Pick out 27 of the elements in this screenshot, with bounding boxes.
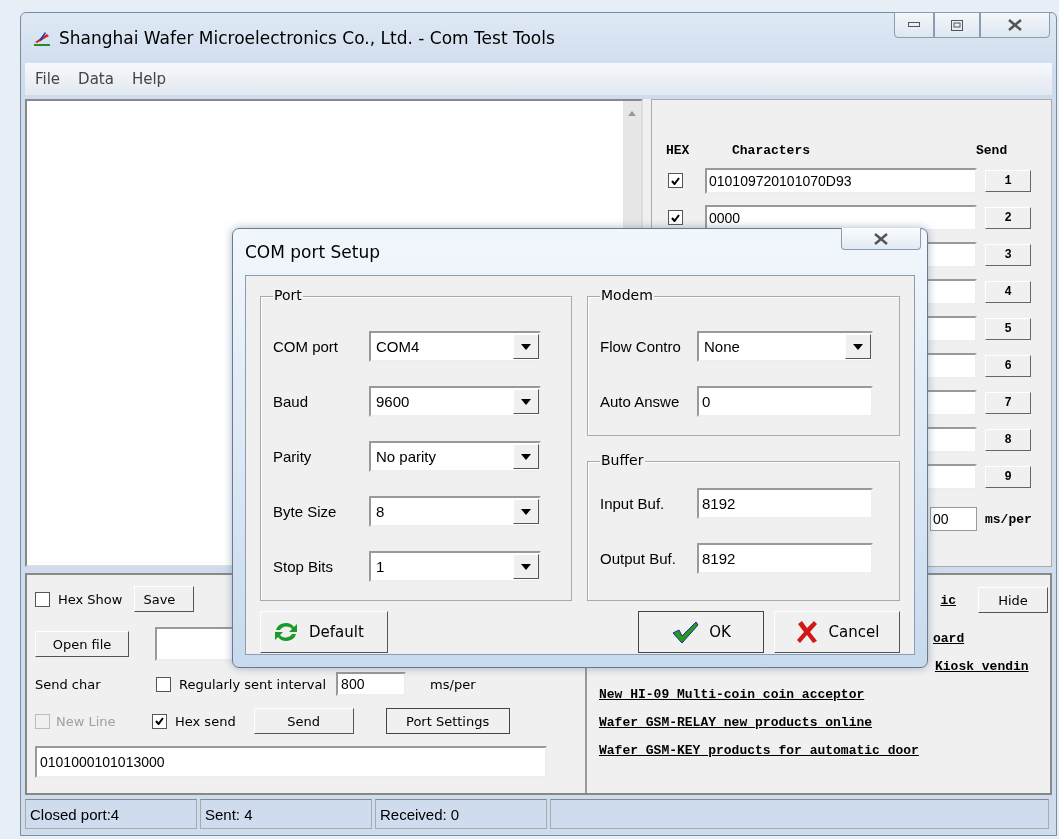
dialog-title: COM port Setup — [245, 242, 381, 262]
checkbox-label: Regularly sent interval — [179, 676, 327, 692]
group-title: Buffer — [600, 452, 645, 468]
field-label: Parity — [273, 448, 313, 465]
column-header: Send — [976, 142, 1008, 158]
field-label: Baud — [273, 393, 310, 410]
field-label: Byte Size — [273, 503, 338, 520]
checkbox-label: Hex send — [175, 713, 236, 729]
group-title: Modem — [600, 287, 654, 303]
unit-label: ms/per — [985, 511, 1032, 527]
status-text: Sent: 4 — [200, 799, 372, 829]
field-label: Flow Contro — [600, 338, 682, 355]
field-label: COM port — [273, 338, 339, 355]
status-text: Received: 0 — [375, 799, 547, 829]
field-label: Stop Bits — [273, 558, 335, 575]
send-char-label: Send char — [35, 676, 102, 692]
column-header: HEX — [666, 142, 691, 158]
checkbox-label: New Line — [56, 713, 117, 729]
field-label: Output Buf. — [600, 550, 677, 567]
column-header: Characters — [732, 142, 811, 158]
group-title: Port — [273, 287, 303, 303]
status-text: Closed port:4 — [25, 799, 197, 829]
checkbox-label: Hex Show — [58, 591, 123, 607]
unit-label: ms/per — [430, 676, 476, 692]
field-label: Input Buf. — [600, 495, 666, 512]
window-title: Shanghai Wafer Microelectronics Co., Ltd. - Com Test Tools — [59, 28, 555, 48]
field-label: Auto Answe — [600, 393, 681, 410]
